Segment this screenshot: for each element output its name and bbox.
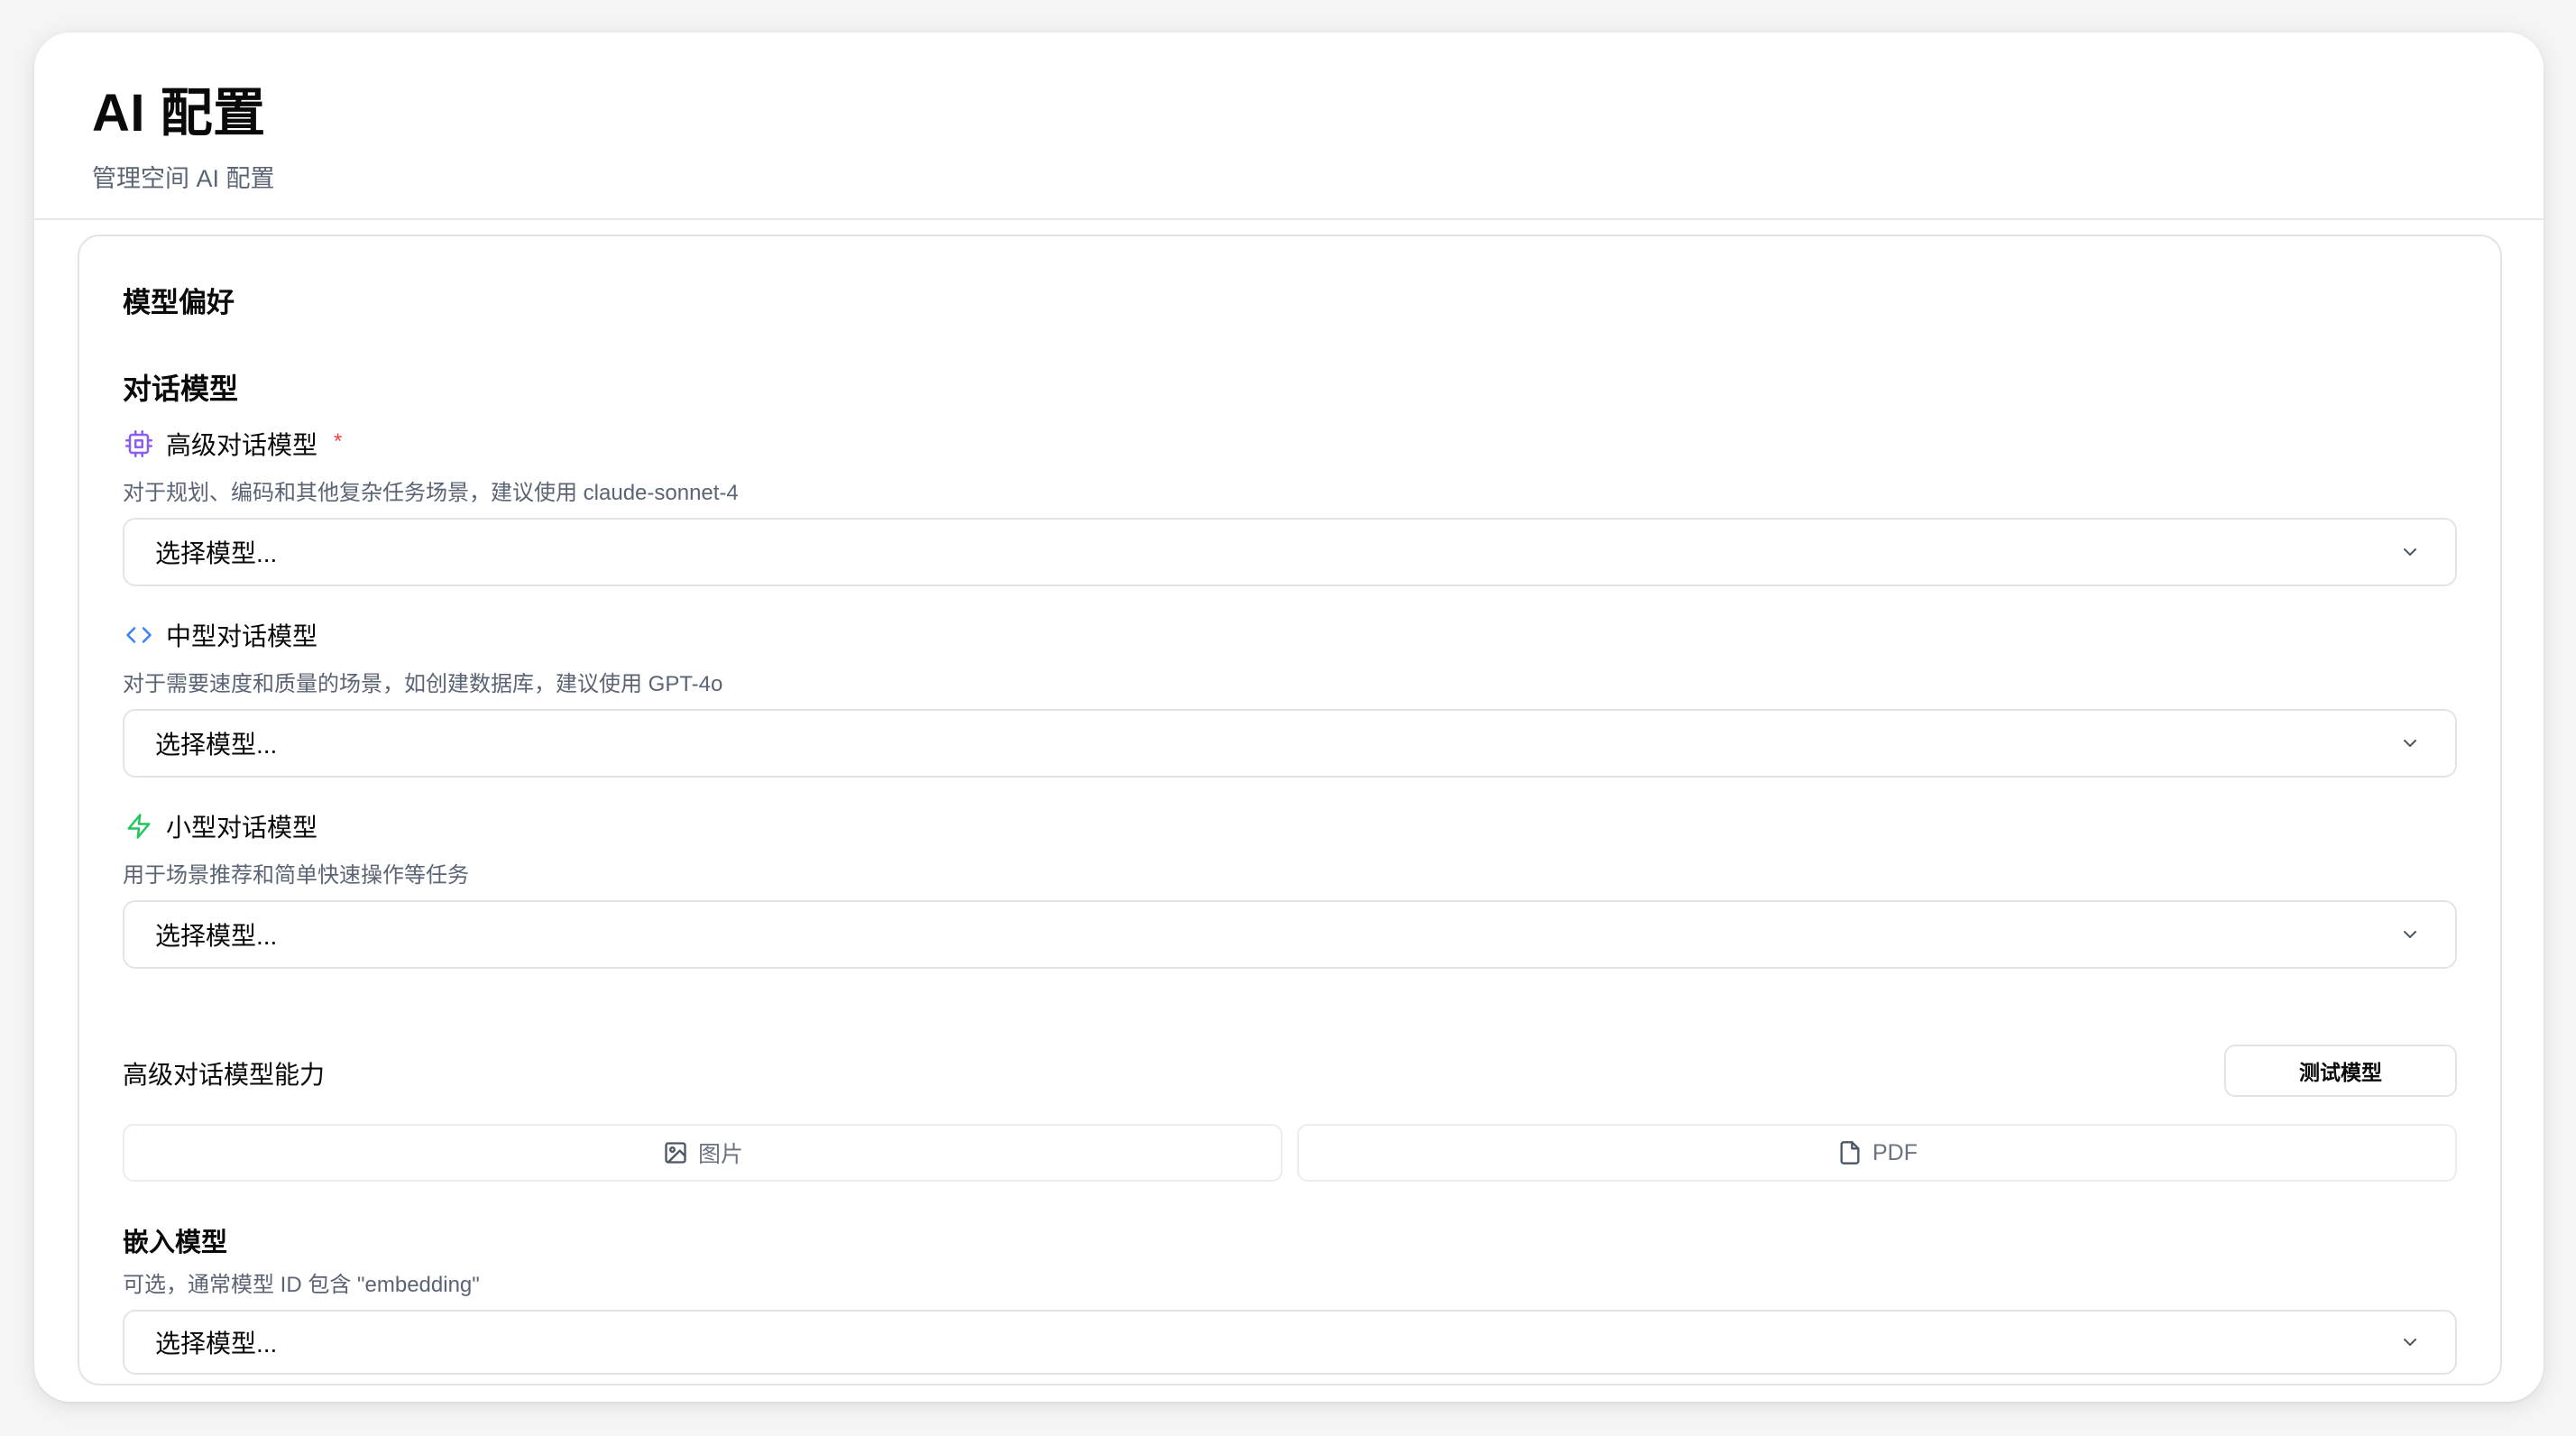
section-title: 模型偏好 bbox=[123, 287, 235, 318]
required-mark: * bbox=[334, 429, 343, 454]
small-model-label: 小型对话模型 bbox=[166, 814, 318, 842]
advanced-model-label-row: 高级对话模型 * bbox=[123, 426, 342, 462]
chat-models-title: 对话模型 bbox=[123, 373, 239, 405]
capability-pdf-label: PDF bbox=[1872, 1139, 1918, 1165]
capability-image: 图片 bbox=[123, 1124, 1283, 1182]
zap-icon bbox=[123, 810, 155, 842]
capability-image-label: 图片 bbox=[697, 1142, 743, 1167]
cpu-icon bbox=[123, 428, 155, 460]
small-model-label-row: 小型对话模型 bbox=[123, 808, 317, 844]
model-preferences-card: 模型偏好 对话模型 高级对话模型 * 对于规划、编码和其他复杂任务场景，建议使用… bbox=[78, 235, 2502, 1385]
image-icon bbox=[662, 1139, 689, 1166]
settings-window: AI 配置 管理空间 AI 配置 模型偏好 对话模型 高级对话模型 * 对于规划… bbox=[34, 32, 2544, 1402]
page-header: AI 配置 管理空间 AI 配置 bbox=[34, 32, 2544, 220]
advanced-model-select-value: 选择模型... bbox=[155, 539, 278, 567]
embedding-model-title: 嵌入模型 bbox=[123, 1229, 228, 1257]
medium-model-label: 中型对话模型 bbox=[166, 622, 318, 650]
medium-model-select-value: 选择模型... bbox=[155, 731, 278, 759]
page-subtitle: 管理空间 AI 配置 bbox=[92, 165, 275, 192]
medium-model-label-row: 中型对话模型 bbox=[123, 617, 317, 653]
small-model-select[interactable]: 选择模型... bbox=[123, 900, 2457, 969]
small-model-description: 用于场景推荐和简单快速操作等任务 bbox=[123, 863, 469, 888]
embedding-model-description: 可选，通常模型 ID 包含 "embedding" bbox=[123, 1273, 480, 1297]
embedding-model-select[interactable]: 选择模型... bbox=[123, 1310, 2457, 1375]
chevron-down-icon bbox=[2397, 539, 2423, 565]
medium-model-select[interactable]: 选择模型... bbox=[123, 709, 2457, 778]
chevron-down-icon bbox=[2397, 1330, 2423, 1355]
advanced-model-label: 高级对话模型 bbox=[166, 431, 318, 459]
file-icon bbox=[1836, 1139, 1863, 1166]
test-model-button[interactable]: 测试模型 bbox=[2224, 1045, 2457, 1097]
capability-pdf: PDF bbox=[1297, 1124, 2457, 1182]
small-model-select-value: 选择模型... bbox=[155, 922, 278, 950]
advanced-model-select[interactable]: 选择模型... bbox=[123, 518, 2457, 586]
chevron-down-icon bbox=[2397, 731, 2423, 756]
code-icon bbox=[123, 619, 155, 651]
embedding-model-select-value: 选择模型... bbox=[155, 1330, 278, 1358]
capabilities-label: 高级对话模型能力 bbox=[123, 1061, 326, 1089]
advanced-model-description: 对于规划、编码和其他复杂任务场景，建议使用 claude-sonnet-4 bbox=[123, 481, 739, 505]
page-title: AI 配置 bbox=[92, 84, 266, 143]
chevron-down-icon bbox=[2397, 922, 2423, 947]
medium-model-description: 对于需要速度和质量的场景，如创建数据库，建议使用 GPT-4o bbox=[123, 672, 723, 696]
